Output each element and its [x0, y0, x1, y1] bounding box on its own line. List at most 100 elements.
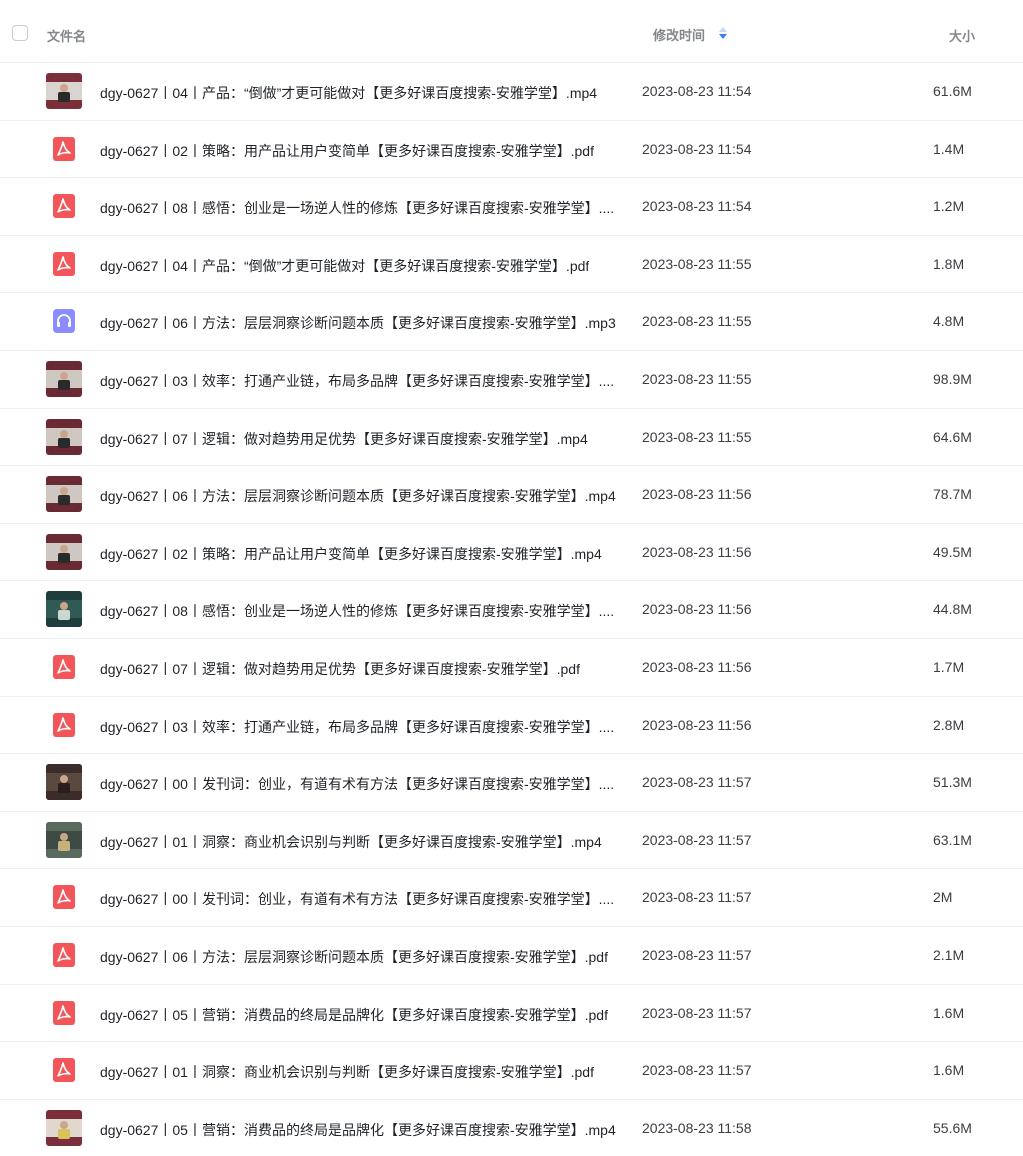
video-thumbnail-icon: [46, 1109, 82, 1146]
video-thumbnail-icon: [46, 821, 82, 858]
file-row[interactable]: dgy-0627丨04丨产品：“倒做”才更可能做对【更多好课百度搜索-安雅学堂】…: [0, 234, 1023, 293]
file-modified-time: 2023-08-23 11:54: [642, 198, 752, 215]
file-name[interactable]: dgy-0627丨00丨发刊词：创业，有道有术有方法【更多好课百度搜索-安雅学堂…: [100, 774, 614, 794]
file-type-icon: [46, 303, 82, 339]
file-type-icon: [46, 764, 82, 801]
file-row[interactable]: dgy-0627丨01丨洞察：商业机会识别与判断【更多好课百度搜索-安雅学堂】.…: [0, 1041, 1023, 1099]
file-row[interactable]: dgy-0627丨06丨方法：层层洞察诊断问题本质【更多好课百度搜索-安雅学堂】…: [0, 465, 1023, 523]
file-modified-time: 2023-08-23 11:56: [642, 543, 752, 560]
file-name[interactable]: dgy-0627丨06丨方法：层层洞察诊断问题本质【更多好课百度搜索-安雅学堂】…: [100, 313, 616, 333]
file-row[interactable]: dgy-0627丨06丨方法：层层洞察诊断问题本质【更多好课百度搜索-安雅学堂】…: [0, 925, 1023, 984]
file-type-icon: [46, 591, 82, 628]
pdf-file-icon: [53, 1058, 75, 1083]
select-all-checkbox[interactable]: [12, 25, 28, 41]
file-size: 55.6M: [933, 1119, 972, 1136]
video-thumbnail-icon: [46, 418, 82, 455]
file-list: dgy-0627丨04丨产品：“倒做”才更可能做对【更多好课百度搜索-安雅学堂】…: [0, 62, 1023, 1156]
video-thumbnail-icon: [46, 476, 82, 513]
pdf-file-icon: [53, 654, 75, 679]
file-name[interactable]: dgy-0627丨07丨逻辑：做对趋势用足优势【更多好课百度搜索-安雅学堂】.p…: [100, 659, 580, 679]
file-modified-time: 2023-08-23 11:54: [642, 140, 752, 157]
column-header-size[interactable]: 大小: [949, 26, 975, 45]
file-type-icon: [46, 937, 82, 973]
file-name[interactable]: dgy-0627丨01丨洞察：商业机会识别与判断【更多好课百度搜索-安雅学堂】.…: [100, 832, 602, 852]
file-modified-time: 2023-08-23 11:55: [642, 370, 752, 387]
file-name[interactable]: dgy-0627丨05丨营销：消费品的终局是品牌化【更多好课百度搜索-安雅学堂】…: [100, 1005, 608, 1025]
file-size: 1.6M: [933, 1004, 965, 1021]
file-type-icon: [46, 73, 82, 109]
file-name[interactable]: dgy-0627丨03丨效率：打通产业链，布局多品牌【更多好课百度搜索-安雅学堂…: [100, 717, 614, 737]
video-thumbnail-icon: [46, 591, 82, 628]
file-size: 49.5M: [933, 543, 972, 560]
file-row[interactable]: dgy-0627丨07丨逻辑：做对趋势用足优势【更多好课百度搜索-安雅学堂】.p…: [0, 637, 1023, 696]
file-row[interactable]: dgy-0627丨00丨发刊词：创业，有道有术有方法【更多好课百度搜索-安雅学堂…: [0, 753, 1023, 811]
file-row[interactable]: dgy-0627丨03丨效率：打通产业链，布局多品牌【更多好课百度搜索-安雅学堂…: [0, 695, 1023, 754]
file-row[interactable]: dgy-0627丨08丨感悟：创业是一场逆人性的修炼【更多好课百度搜索-安雅学堂…: [0, 580, 1023, 638]
video-thumbnail-icon: [46, 533, 82, 570]
file-size: 64.6M: [933, 428, 972, 445]
file-modified-time: 2023-08-23 11:56: [642, 601, 752, 618]
file-row[interactable]: dgy-0627丨02丨策略：用产品让用户变简单【更多好课百度搜索-安雅学堂】.…: [0, 119, 1023, 178]
video-thumbnail-icon: [46, 360, 82, 397]
file-size: 1.6M: [933, 1062, 965, 1079]
file-size: 1.2M: [933, 198, 965, 215]
file-modified-time: 2023-08-23 11:57: [642, 774, 752, 791]
file-name[interactable]: dgy-0627丨04丨产品：“倒做”才更可能做对【更多好课百度搜索-安雅学堂】…: [100, 256, 589, 276]
pdf-file-icon: [53, 251, 75, 276]
file-name[interactable]: dgy-0627丨06丨方法：层层洞察诊断问题本质【更多好课百度搜索-安雅学堂】…: [100, 486, 616, 506]
file-size: 63.1M: [933, 831, 972, 848]
file-name[interactable]: dgy-0627丨00丨发刊词：创业，有道有术有方法【更多好课百度搜索-安雅学堂…: [100, 889, 614, 909]
file-modified-time: 2023-08-23 11:56: [642, 658, 752, 675]
file-size: 44.8M: [933, 601, 972, 618]
file-row[interactable]: dgy-0627丨03丨效率：打通产业链，布局多品牌【更多好课百度搜索-安雅学堂…: [0, 349, 1023, 408]
video-thumbnail-icon: [46, 764, 82, 801]
file-modified-time: 2023-08-23 11:57: [642, 1004, 752, 1021]
column-header-name[interactable]: 文件名: [47, 26, 86, 45]
file-type-icon: [46, 533, 82, 570]
file-name[interactable]: dgy-0627丨05丨营销：消费品的终局是品牌化【更多好课百度搜索-安雅学堂】…: [100, 1120, 616, 1140]
file-modified-time: 2023-08-23 11:56: [642, 486, 752, 503]
file-name[interactable]: dgy-0627丨08丨感悟：创业是一场逆人性的修炼【更多好课百度搜索-安雅学堂…: [100, 601, 614, 621]
file-modified-time: 2023-08-23 11:57: [642, 946, 752, 963]
file-row[interactable]: dgy-0627丨04丨产品：“倒做”才更可能做对【更多好课百度搜索-安雅学堂】…: [0, 62, 1023, 120]
file-modified-time: 2023-08-23 11:57: [642, 1062, 752, 1079]
file-modified-time: 2023-08-23 11:54: [642, 83, 752, 99]
file-row[interactable]: dgy-0627丨06丨方法：层层洞察诊断问题本质【更多好课百度搜索-安雅学堂】…: [0, 292, 1023, 350]
file-row[interactable]: dgy-0627丨01丨洞察：商业机会识别与判断【更多好课百度搜索-安雅学堂】.…: [0, 810, 1023, 869]
file-row[interactable]: dgy-0627丨02丨策略：用产品让用户变简单【更多好课百度搜索-安雅学堂】.…: [0, 522, 1023, 581]
file-name[interactable]: dgy-0627丨02丨策略：用产品让用户变简单【更多好课百度搜索-安雅学堂】.…: [100, 544, 602, 564]
file-size: 1.8M: [933, 255, 965, 272]
file-name[interactable]: dgy-0627丨04丨产品：“倒做”才更可能做对【更多好课百度搜索-安雅学堂】…: [100, 83, 597, 103]
file-size: 2.8M: [933, 716, 965, 733]
file-size: 2M: [933, 889, 953, 906]
file-type-icon: [46, 821, 82, 858]
file-row[interactable]: dgy-0627丨07丨逻辑：做对趋势用足优势【更多好课百度搜索-安雅学堂】.m…: [0, 407, 1023, 466]
file-type-icon: [46, 707, 82, 743]
file-size: 1.4M: [933, 140, 965, 157]
file-modified-time: 2023-08-23 11:57: [642, 831, 752, 848]
file-row[interactable]: dgy-0627丨05丨营销：消费品的终局是品牌化【更多好课百度搜索-安雅学堂】…: [0, 1098, 1023, 1156]
pdf-file-icon: [53, 942, 75, 967]
file-type-icon: [46, 995, 82, 1031]
file-type-icon: [46, 246, 82, 282]
pdf-file-icon: [53, 136, 75, 161]
file-name[interactable]: dgy-0627丨02丨策略：用产品让用户变简单【更多好课百度搜索-安雅学堂】.…: [100, 141, 594, 161]
sort-desc-icon[interactable]: [719, 27, 727, 39]
file-name[interactable]: dgy-0627丨08丨感悟：创业是一场逆人性的修炼【更多好课百度搜索-安雅学堂…: [100, 198, 614, 218]
pdf-file-icon: [53, 712, 75, 737]
file-list-header: 文件名 修改时间 大小: [0, 0, 1023, 62]
file-modified-time: 2023-08-23 11:55: [642, 428, 752, 445]
column-header-modified-time[interactable]: 修改时间: [653, 25, 705, 44]
file-row[interactable]: dgy-0627丨08丨感悟：创业是一场逆人性的修炼【更多好课百度搜索-安雅学堂…: [0, 177, 1023, 235]
file-name[interactable]: dgy-0627丨01丨洞察：商业机会识别与判断【更多好课百度搜索-安雅学堂】.…: [100, 1062, 594, 1082]
file-row[interactable]: dgy-0627丨00丨发刊词：创业，有道有术有方法【更多好课百度搜索-安雅学堂…: [0, 868, 1023, 926]
file-row[interactable]: dgy-0627丨05丨营销：消费品的终局是品牌化【更多好课百度搜索-安雅学堂】…: [0, 983, 1023, 1042]
file-size: 2.1M: [933, 946, 965, 963]
file-size: 78.7M: [933, 486, 972, 503]
file-name[interactable]: dgy-0627丨07丨逻辑：做对趋势用足优势【更多好课百度搜索-安雅学堂】.m…: [100, 429, 588, 449]
pdf-file-icon: [53, 1000, 75, 1025]
file-modified-time: 2023-08-23 11:56: [642, 716, 752, 733]
file-type-icon: [46, 476, 82, 513]
file-name[interactable]: dgy-0627丨03丨效率：打通产业链，布局多品牌【更多好课百度搜索-安雅学堂…: [100, 371, 614, 391]
file-name[interactable]: dgy-0627丨06丨方法：层层洞察诊断问题本质【更多好课百度搜索-安雅学堂】…: [100, 947, 608, 967]
